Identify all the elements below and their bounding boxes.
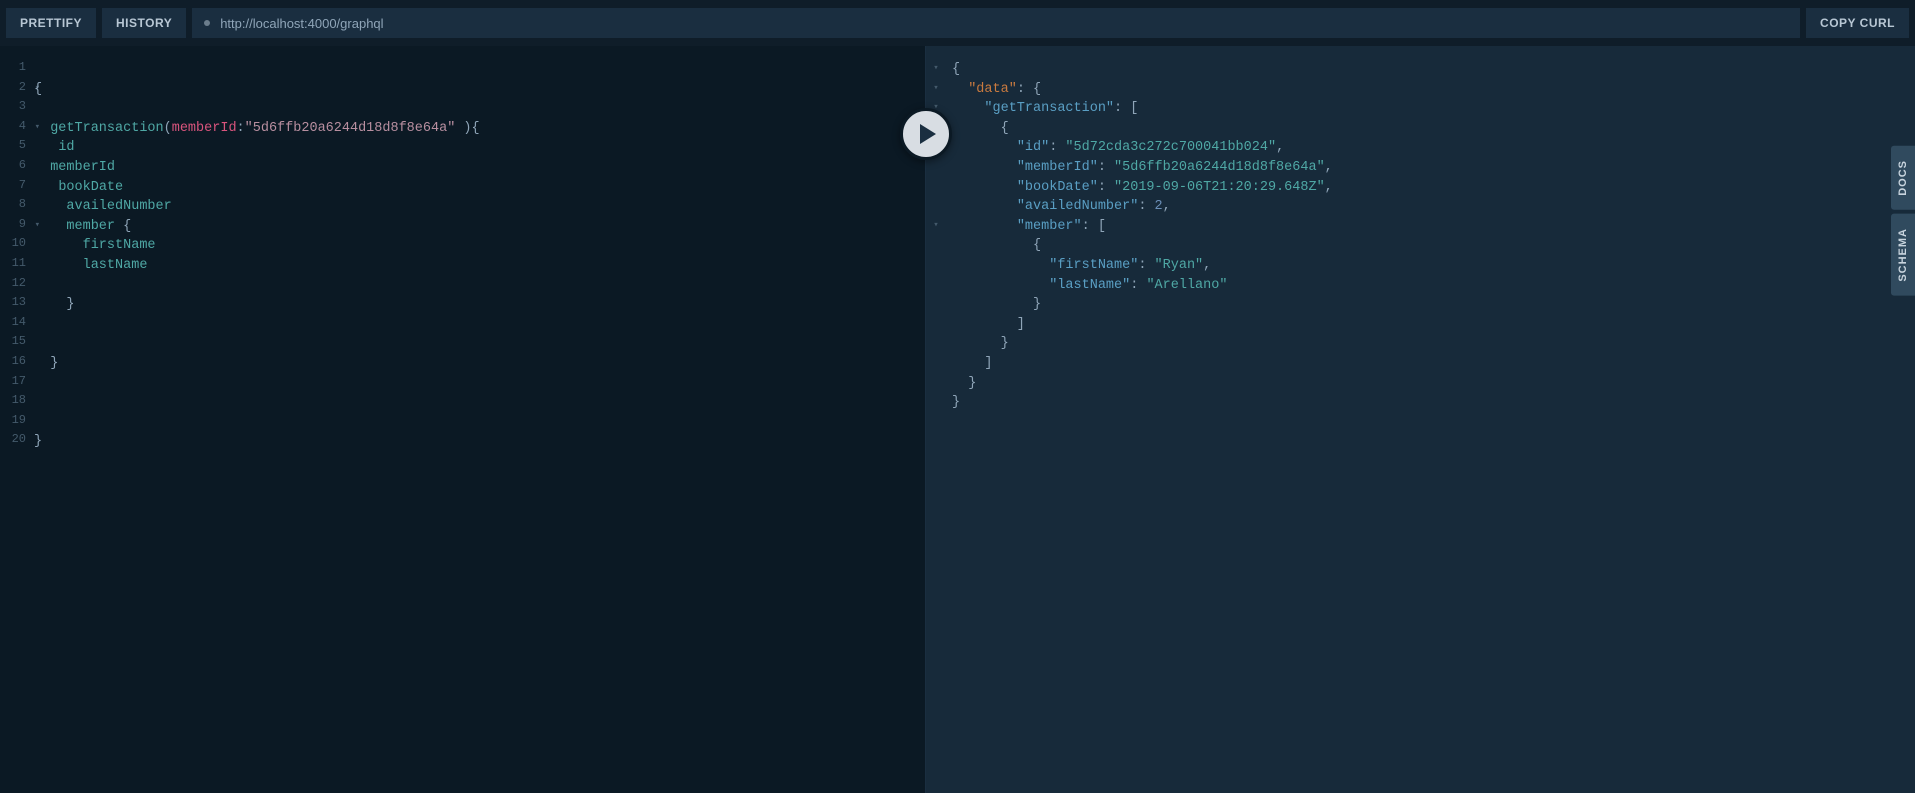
- line-number: 9▾: [0, 217, 30, 237]
- fold-marker-icon: [926, 276, 946, 296]
- code-line[interactable]: {: [34, 80, 925, 100]
- result-line: "data": {: [952, 80, 1333, 100]
- result-line: {: [952, 236, 1333, 256]
- code-line[interactable]: }: [34, 354, 925, 374]
- code-line[interactable]: [34, 393, 925, 413]
- line-number: 19: [0, 413, 30, 433]
- fold-marker-icon: [926, 236, 946, 256]
- line-number: 20: [0, 432, 30, 452]
- code-line[interactable]: [34, 334, 925, 354]
- code-line[interactable]: availedNumber: [34, 197, 925, 217]
- result-line: "id": "5d72cda3c272c700041bb024",: [952, 138, 1333, 158]
- code-line[interactable]: [34, 60, 925, 80]
- line-number: 12: [0, 276, 30, 296]
- line-number: 3: [0, 99, 30, 119]
- code-line[interactable]: bookDate: [34, 178, 925, 198]
- code-line[interactable]: getTransaction(memberId:"5d6ffb20a6244d1…: [34, 119, 925, 139]
- code-line[interactable]: lastName: [34, 256, 925, 276]
- prettify-button[interactable]: PRETTIFY: [6, 8, 96, 38]
- line-number: 11: [0, 256, 30, 276]
- toolbar: PRETTIFY HISTORY http://localhost:4000/g…: [0, 0, 1915, 46]
- copy-curl-button[interactable]: COPY CURL: [1806, 8, 1909, 38]
- schema-tab[interactable]: SCHEMA: [1891, 214, 1915, 296]
- fold-marker-icon: [926, 354, 946, 374]
- result-pane: ▾▾▾▾▾ { "data": { "getTransaction": [ { …: [926, 46, 1915, 793]
- line-number: 4▾: [0, 119, 30, 139]
- history-button[interactable]: HISTORY: [102, 8, 186, 38]
- result-line: }: [952, 334, 1333, 354]
- line-number: 8: [0, 197, 30, 217]
- result-line: ]: [952, 315, 1333, 335]
- result-line: ]: [952, 354, 1333, 374]
- url-text: http://localhost:4000/graphql: [220, 16, 383, 31]
- code-line[interactable]: [34, 99, 925, 119]
- line-number: 17: [0, 374, 30, 394]
- line-number: 15: [0, 334, 30, 354]
- line-number: 7: [0, 178, 30, 198]
- fold-marker-icon[interactable]: ▾: [926, 217, 946, 237]
- fold-marker-icon: [926, 334, 946, 354]
- code-line[interactable]: }: [34, 432, 925, 452]
- code-line[interactable]: [34, 276, 925, 296]
- code-line[interactable]: id: [34, 138, 925, 158]
- line-number: 5: [0, 138, 30, 158]
- result-line: {: [952, 60, 1333, 80]
- line-number: 16: [0, 354, 30, 374]
- result-line: {: [952, 119, 1333, 139]
- fold-marker-icon: [926, 393, 946, 413]
- result-line: "member": [: [952, 217, 1333, 237]
- line-number: 2▾: [0, 80, 30, 100]
- result-line: }: [952, 393, 1333, 413]
- execute-button[interactable]: [900, 108, 952, 160]
- side-tabs: DOCS SCHEMA: [1891, 146, 1915, 295]
- fold-marker-icon[interactable]: ▾: [926, 60, 946, 80]
- code-line[interactable]: [34, 374, 925, 394]
- line-number: 10: [0, 236, 30, 256]
- result-line: }: [952, 374, 1333, 394]
- code-line[interactable]: member {: [34, 217, 925, 237]
- result-line: }: [952, 295, 1333, 315]
- query-code[interactable]: { getTransaction(memberId:"5d6ffb20a6244…: [34, 60, 925, 452]
- fold-marker-icon: [926, 158, 946, 178]
- code-line[interactable]: [34, 413, 925, 433]
- result-line: "bookDate": "2019-09-06T21:20:29.648Z",: [952, 178, 1333, 198]
- fold-marker-icon: [926, 197, 946, 217]
- fold-marker-icon: [926, 315, 946, 335]
- play-icon: [920, 124, 936, 144]
- result-code[interactable]: { "data": { "getTransaction": [ { "id": …: [952, 60, 1333, 413]
- docs-tab[interactable]: DOCS: [1891, 146, 1915, 210]
- main-area: 12▾34▾56789▾1011121314151617181920 { get…: [0, 46, 1915, 793]
- result-line: "memberId": "5d6ffb20a6244d18d8f8e64a",: [952, 158, 1333, 178]
- result-line: "firstName": "Ryan",: [952, 256, 1333, 276]
- query-editor[interactable]: 12▾34▾56789▾1011121314151617181920 { get…: [0, 46, 926, 793]
- fold-marker-icon: [926, 256, 946, 276]
- fold-marker-icon: [926, 374, 946, 394]
- status-dot-icon: [204, 20, 210, 26]
- line-number: 13: [0, 295, 30, 315]
- line-number: 6: [0, 158, 30, 178]
- code-line[interactable]: [34, 315, 925, 335]
- fold-marker-icon[interactable]: ▾: [926, 80, 946, 100]
- code-line[interactable]: memberId: [34, 158, 925, 178]
- fold-marker-icon: [926, 295, 946, 315]
- result-line: "lastName": "Arellano": [952, 276, 1333, 296]
- url-bar[interactable]: http://localhost:4000/graphql: [192, 8, 1800, 38]
- result-line: "getTransaction": [: [952, 99, 1333, 119]
- fold-marker-icon: [926, 178, 946, 198]
- code-line[interactable]: }: [34, 295, 925, 315]
- line-gutter: 12▾34▾56789▾1011121314151617181920: [0, 60, 30, 452]
- result-line: "availedNumber": 2,: [952, 197, 1333, 217]
- line-number: 18: [0, 393, 30, 413]
- code-line[interactable]: firstName: [34, 236, 925, 256]
- line-number: 14: [0, 315, 30, 335]
- line-number: 1: [0, 60, 30, 80]
